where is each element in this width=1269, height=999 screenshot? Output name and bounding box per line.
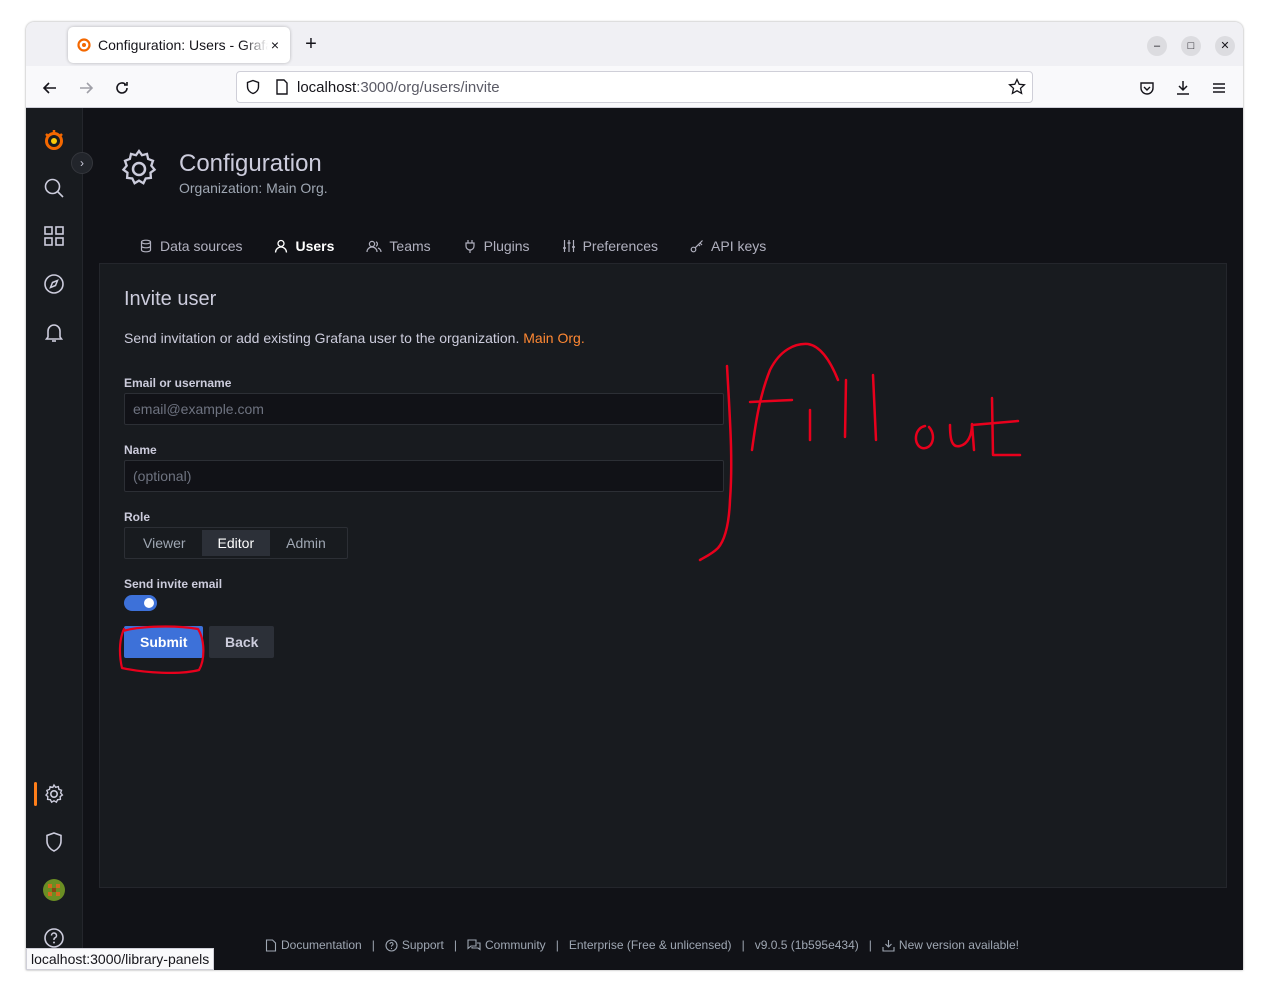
download-update-icon — [882, 939, 895, 952]
expand-menu-button[interactable]: › — [71, 152, 93, 174]
role-radio-group: Viewer Editor Admin — [124, 527, 348, 559]
shield-icon[interactable] — [245, 79, 261, 95]
close-window-icon[interactable]: ✕ — [1215, 36, 1235, 56]
tab-users[interactable]: Users — [258, 228, 351, 266]
form-heading: Invite user — [124, 288, 217, 310]
configuration-gear-icon[interactable] — [42, 782, 66, 806]
tab-label: Data sources — [160, 238, 243, 254]
download-icon[interactable] — [1169, 74, 1197, 102]
send-invite-email-toggle[interactable] — [124, 595, 157, 611]
reload-icon[interactable] — [108, 74, 136, 102]
close-tab-icon[interactable]: × — [268, 37, 282, 53]
document-icon — [265, 938, 277, 952]
footer-update-link[interactable]: New version available! — [882, 938, 1019, 952]
name-field[interactable]: (optional) — [124, 460, 724, 492]
tab-teams[interactable]: Teams — [350, 228, 446, 264]
footer-separator: | — [371, 938, 375, 952]
footer-community-link[interactable]: Community — [467, 938, 546, 952]
url-path: :3000/org/users/invite — [356, 78, 500, 96]
pocket-icon[interactable] — [1133, 74, 1161, 102]
tab-plugins[interactable]: Plugins — [447, 228, 546, 264]
role-editor[interactable]: Editor — [201, 530, 271, 556]
forward-arrow-icon[interactable] — [72, 74, 100, 102]
footer-documentation: Documentation — [281, 938, 362, 952]
grafana-logo-icon[interactable] — [42, 128, 66, 152]
url-text: localhost:3000/org/users/invite — [297, 79, 500, 96]
user-avatar[interactable] — [42, 878, 66, 902]
database-icon — [140, 239, 152, 253]
page-title: Configuration — [179, 150, 322, 177]
browser-window: Configuration: Users - Grafana × + – □ ✕… — [26, 22, 1243, 970]
dashboards-icon[interactable] — [42, 224, 66, 248]
name-label: Name — [124, 443, 157, 457]
footer-support: Support — [401, 938, 444, 952]
footer-separator: | — [453, 938, 457, 952]
page-icon — [276, 79, 288, 95]
new-tab-button[interactable]: + — [300, 33, 322, 55]
active-indicator — [34, 782, 37, 806]
link-status-bar: localhost:3000/library-panels — [26, 948, 215, 970]
tab-title: Configuration: Users - Grafana — [98, 37, 268, 53]
explore-compass-icon[interactable] — [42, 272, 66, 296]
tab-data-sources[interactable]: Data sources — [123, 228, 258, 264]
grafana-favicon-icon — [77, 38, 91, 52]
send-invite-email-label: Send invite email — [124, 577, 223, 591]
tab-label: Users — [295, 238, 335, 254]
tab-label: API keys — [711, 238, 767, 254]
alerting-bell-icon[interactable] — [42, 320, 66, 344]
tab-label: Preferences — [582, 238, 659, 254]
back-arrow-icon[interactable] — [36, 74, 64, 102]
toggle-knob — [144, 598, 154, 608]
email-label: Email or username — [124, 376, 232, 390]
side-menu — [26, 108, 83, 970]
navigation-bar: localhost:3000/org/users/invite — [26, 66, 1243, 108]
configuration-header-gear-icon — [121, 149, 157, 185]
key-icon — [690, 240, 703, 253]
tab-label: Teams — [389, 238, 431, 254]
page-subtitle: Organization: Main Org. — [179, 180, 328, 196]
minimize-icon[interactable]: – — [1147, 36, 1167, 56]
footer-separator: | — [555, 938, 559, 952]
role-viewer[interactable]: Viewer — [127, 530, 202, 556]
url-host: localhost — [297, 78, 357, 96]
tab-preferences[interactable]: Preferences — [546, 228, 674, 264]
org-name: Main Org. — [523, 330, 585, 346]
server-admin-shield-icon[interactable] — [42, 830, 66, 854]
bookmark-star-icon[interactable] — [1008, 78, 1026, 96]
email-field[interactable]: email@example.com — [124, 393, 724, 425]
search-icon[interactable] — [42, 176, 66, 200]
footer-documentation-link[interactable]: Documentation — [265, 938, 362, 952]
footer-support-link[interactable]: Support — [385, 938, 444, 952]
description-text: Send invitation or add existing Grafana … — [124, 330, 520, 346]
footer: Documentation | Support | Community | En… — [265, 938, 1019, 952]
invite-user-panel: Invite user Send invitation or add exist… — [99, 263, 1227, 888]
footer-version: v9.0.5 (1b595e434) — [754, 938, 859, 952]
footer-update: New version available! — [898, 938, 1019, 952]
config-tabs: Data sources Users Teams Plugins Prefere… — [123, 228, 782, 266]
footer-separator: | — [741, 938, 745, 952]
footer-edition: Enterprise (Free & unlicensed) — [568, 938, 732, 952]
footer-community: Community — [485, 938, 546, 952]
back-button[interactable]: Back — [209, 626, 275, 658]
sliders-icon — [562, 240, 575, 252]
plug-icon — [465, 240, 475, 253]
tab-strip: Configuration: Users - Grafana × + – □ ✕ — [26, 22, 1243, 66]
maximize-icon[interactable]: □ — [1181, 36, 1201, 56]
form-description: Send invitation or add existing Grafana … — [124, 330, 585, 346]
comments-icon — [467, 938, 481, 951]
help-icon[interactable] — [42, 926, 66, 950]
footer-separator: | — [868, 938, 872, 952]
grafana-app: › Configuration Organization: Main Org. … — [26, 108, 1243, 970]
menu-icon[interactable] — [1205, 74, 1233, 102]
url-bar[interactable]: localhost:3000/org/users/invite — [236, 71, 1033, 103]
role-label: Role — [124, 510, 151, 524]
question-circle-icon — [385, 938, 398, 952]
users-icon — [366, 240, 383, 253]
role-admin[interactable]: Admin — [270, 530, 342, 556]
tab-api-keys[interactable]: API keys — [674, 228, 782, 264]
submit-button[interactable]: Submit — [124, 626, 204, 658]
tab-label: Plugins — [483, 238, 530, 254]
user-icon — [275, 239, 288, 253]
browser-tab[interactable]: Configuration: Users - Grafana × — [68, 27, 290, 63]
